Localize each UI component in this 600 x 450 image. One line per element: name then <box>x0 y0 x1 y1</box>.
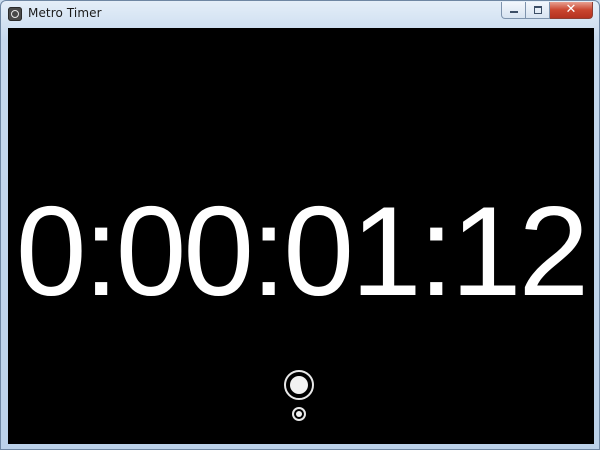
start-stop-button[interactable] <box>284 370 314 400</box>
mode-toggle-button[interactable] <box>292 407 306 421</box>
maximize-icon <box>534 6 542 14</box>
maximize-button[interactable] <box>526 2 550 19</box>
minimize-icon <box>510 11 518 13</box>
close-icon: ✕ <box>565 2 577 17</box>
close-button[interactable]: ✕ <box>550 2 593 19</box>
window-controls: ✕ <box>501 2 593 20</box>
timer-app-icon[interactable] <box>8 7 22 21</box>
timer-display: 0:00:01:12 <box>15 180 589 322</box>
timer-panel: 0:00:01:12 <box>8 28 594 444</box>
title-bar[interactable]: Metro Timer ✕ <box>1 1 599 27</box>
window-title: Metro Timer <box>28 6 102 20</box>
minimize-button[interactable] <box>501 2 526 19</box>
app-window: Metro Timer ✕ 0:00:01:12 <box>0 0 600 450</box>
